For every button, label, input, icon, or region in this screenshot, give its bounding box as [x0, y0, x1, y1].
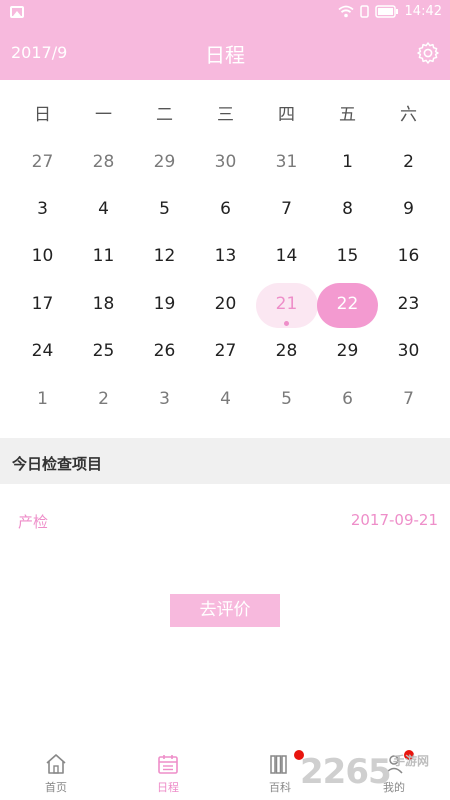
weekday-label: 一 — [95, 105, 112, 125]
calendar-day[interactable]: 1 — [317, 139, 378, 186]
wifi-icon — [337, 5, 354, 18]
calendar-day-outside-month[interactable]: 31 — [256, 139, 317, 186]
image-notification-icon — [10, 6, 24, 18]
weekday-header-row: 日一二三四五六 — [0, 92, 450, 139]
calendar-day-outside-month[interactable]: 6 — [317, 376, 378, 423]
status-bar: 14:42 — [0, 0, 450, 26]
calendar-day[interactable]: 17 — [12, 281, 73, 328]
calendar-day[interactable]: 23 — [378, 281, 439, 328]
calendar-day[interactable]: 15 — [317, 233, 378, 280]
calendar-day-outside-month[interactable]: 5 — [256, 376, 317, 423]
exam-item-name[interactable]: 产检 — [18, 511, 48, 532]
today-exams-header: 今日检查项目 — [0, 438, 450, 484]
home-icon — [46, 754, 66, 774]
books-icon — [270, 755, 287, 774]
calendar-week-row: 27 28 29 30 31 1 2 — [0, 139, 450, 186]
calendar-day-selected[interactable]: 22 — [317, 281, 378, 328]
calendar-week-row: 10 11 12 13 14 15 16 — [0, 233, 450, 280]
calendar-day[interactable]: 9 — [378, 186, 439, 233]
calendar-day-outside-month[interactable]: 2 — [73, 376, 134, 423]
calendar-day[interactable]: 10 — [12, 233, 73, 280]
sim-icon — [359, 5, 369, 18]
calendar-day[interactable]: 19 — [134, 281, 195, 328]
calendar-day[interactable]: 20 — [195, 281, 256, 328]
calendar-day[interactable]: 3 — [12, 186, 73, 233]
status-icons: 14:42 — [337, 4, 442, 19]
weekday-label: 二 — [156, 105, 173, 125]
calendar-week-row: 17 18 19 20 21 22 23 — [0, 281, 450, 328]
watermark-text: 手游网 — [393, 754, 430, 768]
calendar-day-outside-month[interactable]: 28 — [73, 139, 134, 186]
weekday-label: 五 — [339, 105, 356, 125]
calendar-day[interactable]: 30 — [378, 328, 439, 375]
calendar-day[interactable]: 14 — [256, 233, 317, 280]
calendar-day[interactable]: 5 — [134, 186, 195, 233]
calendar-day-outside-month[interactable]: 1 — [12, 376, 73, 423]
calendar-week-row: 24 25 26 27 28 29 30 — [0, 328, 450, 375]
calendar-day-outside-month[interactable]: 29 — [134, 139, 195, 186]
exam-item-date: 2017-09-21 — [350, 511, 438, 529]
tab-label-home: 首页 — [45, 781, 67, 794]
calendar-week-row: 1234567 — [0, 376, 450, 423]
weekday-label: 六 — [400, 105, 417, 125]
status-time: 14:42 — [404, 4, 442, 19]
calendar-week-row: 3456789 — [0, 186, 450, 233]
weekday-label: 日 — [34, 105, 51, 125]
calendar-day-outside-month[interactable]: 30 — [195, 139, 256, 186]
calendar-day[interactable]: 13 — [195, 233, 256, 280]
calendar-day[interactable]: 11 — [73, 233, 134, 280]
calendar-day[interactable]: 26 — [134, 328, 195, 375]
calendar-day-outside-month[interactable]: 3 — [134, 376, 195, 423]
review-button[interactable]: 去评价 — [170, 594, 280, 627]
calendar-day[interactable]: 28 — [256, 328, 317, 375]
calendar-day[interactable]: 18 — [73, 281, 134, 328]
page-title: 日程 — [205, 43, 245, 67]
calendar-day[interactable]: 6 — [195, 186, 256, 233]
calendar-day[interactable]: 16 — [378, 233, 439, 280]
calendar-day[interactable]: 2 — [378, 139, 439, 186]
gear-icon[interactable] — [416, 41, 440, 65]
calendar-day[interactable]: 7 — [256, 186, 317, 233]
weekday-label: 三 — [217, 105, 234, 125]
calendar-day-outside-month[interactable]: 4 — [195, 376, 256, 423]
calendar-day-today[interactable]: 21 — [256, 281, 317, 328]
calendar-day[interactable]: 8 — [317, 186, 378, 233]
tab-label-schedule: 日程 — [157, 781, 179, 794]
calendar-icon — [158, 755, 178, 774]
calendar-day[interactable]: 29 — [317, 328, 378, 375]
calendar-day[interactable]: 4 — [73, 186, 134, 233]
tab-home[interactable]: 首页 — [0, 746, 112, 800]
app-bar: 2017/9 日程 — [0, 26, 450, 80]
calendar-day[interactable]: 24 — [12, 328, 73, 375]
battery-icon — [374, 5, 398, 18]
watermark-logo: 2265 — [300, 752, 392, 792]
tab-schedule[interactable]: 日程 — [112, 746, 224, 800]
calendar-day[interactable]: 27 — [195, 328, 256, 375]
calendar-day[interactable]: 25 — [73, 328, 134, 375]
weekday-label: 四 — [278, 105, 295, 125]
calendar-day[interactable]: 12 — [134, 233, 195, 280]
calendar-day-outside-month[interactable]: 7 — [378, 376, 439, 423]
calendar-day-outside-month[interactable]: 27 — [12, 139, 73, 186]
